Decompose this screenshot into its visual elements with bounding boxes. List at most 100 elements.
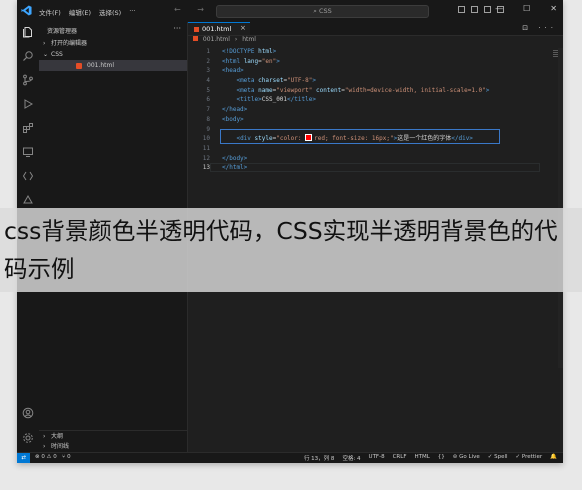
prettier-status[interactable]: ✓ Prettier	[516, 454, 543, 462]
language-mode[interactable]: HTML	[414, 454, 429, 462]
caption-overlay: css背景颜色半透明代码，CSS实现半透明背景色的代码示例	[0, 208, 582, 292]
menu-file[interactable]: 文件(F)	[39, 7, 61, 17]
editor-actions[interactable]: ⊡ ···	[522, 24, 557, 32]
code-line[interactable]: 11	[188, 144, 553, 154]
current-line-highlight	[210, 163, 540, 172]
line-number: 5	[206, 86, 210, 94]
maximize-button[interactable]: ☐	[523, 4, 530, 13]
code-line[interactable]: 7 </head>	[188, 105, 553, 115]
remote-explorer-icon[interactable]	[22, 146, 34, 158]
sidebar-more-button[interactable]: ···	[173, 24, 181, 33]
selection-highlight	[220, 129, 500, 144]
command-center-search[interactable]: ⌕ CSS	[216, 5, 429, 18]
line-number: 1	[206, 48, 210, 55]
code-text: <head>	[222, 67, 244, 75]
spell-check[interactable]: ✓ Spell	[488, 454, 508, 462]
timeline-section[interactable]: › 时间线	[39, 441, 187, 452]
breadcrumb-file[interactable]: 001.html	[203, 36, 230, 43]
code-line[interactable]: 2 <html lang="en">	[188, 57, 553, 67]
sidebar-title: 资源管理器	[47, 28, 78, 35]
line-number: 10	[202, 135, 210, 143]
menu-more[interactable]: ···	[129, 7, 135, 17]
timeline-label: 时间线	[51, 443, 70, 450]
minimize-button[interactable]: —	[495, 4, 503, 13]
breadcrumb: 001.html › html	[188, 36, 259, 46]
breadcrumb-symbol[interactable]: html	[242, 36, 256, 43]
window-controls: — ☐ ✕	[495, 4, 557, 13]
code-text: <title>CSS_001</title>	[236, 96, 316, 104]
notifications-bell-icon[interactable]: 🔔	[550, 454, 557, 462]
remote-indicator[interactable]: ⇄	[17, 453, 30, 463]
line-number: 4	[206, 77, 210, 85]
vscode-logo-icon	[21, 5, 32, 16]
menu-selection[interactable]: 选择(S)	[99, 7, 121, 17]
code-text: <meta charset="UTF-8">	[236, 77, 316, 85]
search-icon[interactable]	[22, 50, 34, 62]
end-of-line[interactable]: CRLF	[393, 454, 407, 462]
code-line[interactable]: 6 <title>CSS_001</title>	[188, 95, 553, 105]
code-editor[interactable]: 1 <!DOCTYPE html> 2 <html lang="en"> 3 <head>…	[188, 47, 553, 173]
code-line[interactable]: 8 <body>	[188, 115, 553, 125]
account-icon[interactable]	[22, 407, 34, 419]
html-file-icon	[76, 63, 82, 69]
indentation[interactable]: 空格: 4	[342, 454, 360, 462]
status-right: 行 13，列 8 空格: 4 UTF-8 CRLF HTML {} ⊚ Go L…	[304, 454, 557, 462]
open-editors-label: 打开的编辑器	[51, 40, 88, 47]
go-live-button[interactable]: ⊚ Go Live	[453, 454, 480, 462]
code-line[interactable]: 1 <!DOCTYPE html>	[188, 47, 553, 57]
code-line[interactable]: 3 <head>	[188, 66, 553, 76]
testing-icon[interactable]	[22, 170, 34, 182]
explorer-icon[interactable]	[22, 26, 34, 38]
problems-indicator[interactable]: ⊗ 0 ⚠ 0	[35, 454, 57, 460]
open-editors-section[interactable]: › 打开的编辑器	[39, 38, 187, 49]
file-item-001-html[interactable]: 001.html	[39, 60, 187, 71]
code-text: <meta name="viewport" content="width=dev…	[236, 86, 490, 94]
file-label: 001.html	[87, 62, 115, 69]
line-number: 2	[206, 57, 210, 65]
folder-css[interactable]: ⌄ CSS	[39, 49, 187, 60]
code-line[interactable]: 5 <meta name="viewport" content="width=d…	[188, 86, 553, 96]
code-line[interactable]: 4 <meta charset="UTF-8">	[188, 76, 553, 86]
extensions-icon[interactable]	[22, 122, 34, 134]
folder-label: CSS	[51, 51, 63, 58]
language-status[interactable]: {}	[438, 454, 445, 462]
line-number: 7	[206, 106, 210, 114]
status-bar: ⇄ ⊗ 0 ⚠ 0 ⑂ 0 行 13，列 8 空格: 4 UTF-8 CRLF …	[17, 452, 563, 463]
html-file-icon	[193, 36, 198, 41]
chevron-right-icon: ›	[43, 443, 46, 450]
toggle-panel-icon[interactable]	[471, 6, 478, 13]
menu-edit[interactable]: 编辑(E)	[69, 7, 91, 17]
code-text: </body>	[222, 154, 248, 162]
cursor-position[interactable]: 行 13，列 8	[304, 454, 335, 462]
caption-text: css背景颜色半透明代码，CSS实现半透明背景色的代码示例	[4, 217, 558, 283]
code-line[interactable]: 12 </body>	[188, 154, 553, 164]
ports-indicator[interactable]: ⑂ 0	[62, 454, 71, 460]
toggle-secondary-sidebar-icon[interactable]	[484, 6, 491, 13]
code-text: <html lang="en">	[222, 57, 280, 65]
close-window-button[interactable]: ✕	[550, 4, 557, 13]
menu-bar: 文件(F) 编辑(E) 选择(S) ···	[39, 7, 135, 17]
close-icon[interactable]: ×	[240, 24, 246, 32]
line-number: 9	[206, 125, 210, 133]
encoding[interactable]: UTF-8	[369, 454, 385, 462]
chevron-right-icon: ›	[43, 40, 46, 47]
title-bar: 文件(F) 编辑(E) 选择(S) ··· ← → ⌕ CSS — ☐ ✕	[17, 0, 563, 22]
live-share-icon[interactable]	[22, 194, 34, 206]
tab-001-html[interactable]: 001.html ×	[188, 22, 250, 35]
code-text: <body>	[222, 115, 244, 123]
line-number: 8	[206, 115, 210, 123]
line-number: 6	[206, 96, 210, 104]
manage-gear-icon[interactable]	[22, 432, 34, 444]
run-debug-icon[interactable]	[22, 98, 34, 110]
line-number: 13	[202, 164, 210, 172]
navigation-arrows[interactable]: ← →	[174, 5, 211, 14]
status-left: ⊗ 0 ⚠ 0 ⑂ 0	[35, 454, 71, 460]
source-control-icon[interactable]	[22, 74, 34, 86]
tab-label: 001.html	[202, 25, 232, 33]
toggle-sidebar-icon[interactable]	[458, 6, 465, 13]
line-number: 11	[202, 144, 210, 152]
breadcrumb-separator: ›	[234, 36, 238, 43]
code-text: </head>	[222, 106, 248, 114]
editor-tab-bar: 001.html × ⊡ ···	[188, 22, 563, 36]
chevron-down-icon: ⌄	[43, 51, 49, 58]
